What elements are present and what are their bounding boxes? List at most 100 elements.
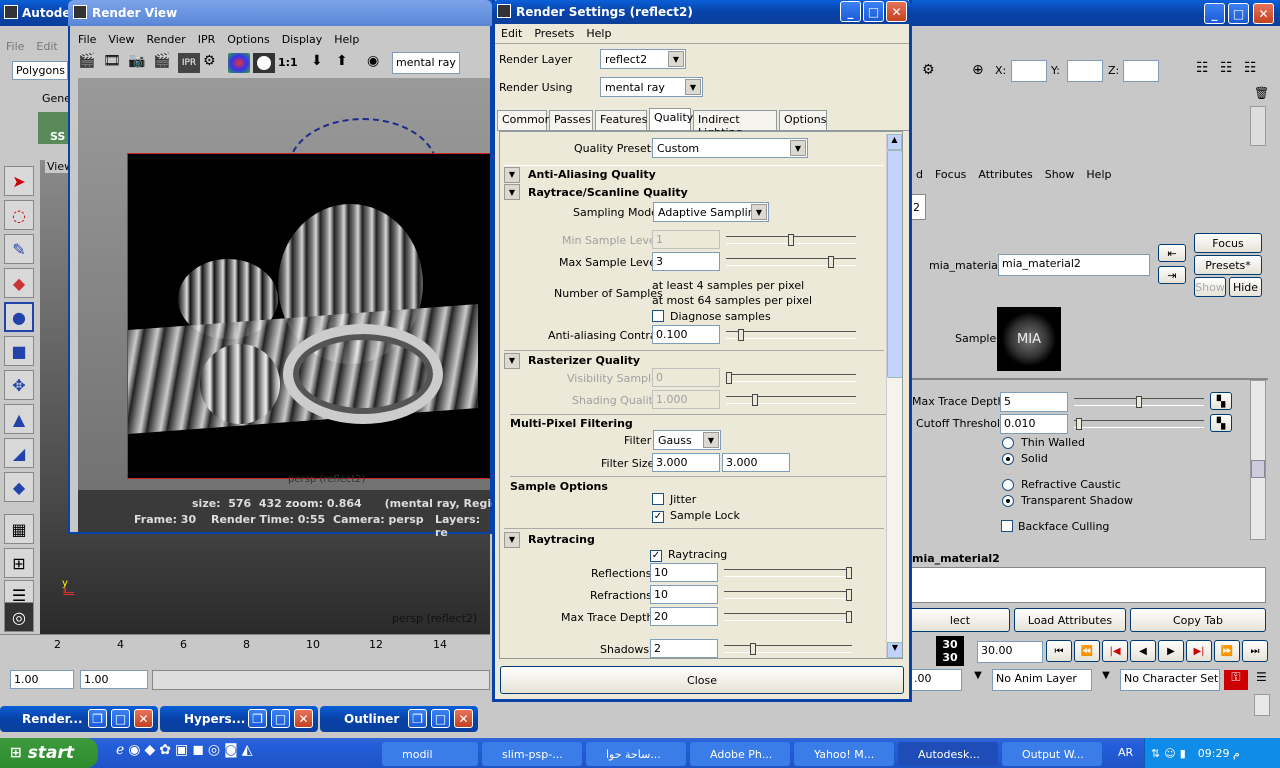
slider-knob[interactable] — [846, 567, 852, 579]
ae-map-button-icon[interactable]: ▚ — [1210, 414, 1232, 432]
rs-max-sample-field[interactable]: 3 — [652, 252, 720, 271]
last-tool-icon[interactable]: ◆ — [4, 472, 34, 502]
slider-knob[interactable] — [1076, 418, 1082, 430]
taskbar-item-yahoo[interactable]: Yahoo! M... — [794, 742, 894, 766]
ae-backface-checkbox[interactable] — [1001, 520, 1013, 535]
scroll-down-icon[interactable]: ▼ — [887, 642, 902, 658]
scroll-thumb[interactable] — [887, 150, 902, 378]
select-tool-icon[interactable]: ➤ — [4, 166, 34, 196]
slider-knob[interactable] — [1136, 396, 1142, 408]
scroll-up-icon[interactable]: ▲ — [887, 134, 902, 150]
remove-image-icon[interactable]: ⬆ — [336, 53, 358, 73]
start-button[interactable]: ⊞ start — [0, 738, 98, 768]
app-icon[interactable]: ✿ — [159, 742, 171, 764]
help-line-scroll[interactable] — [1254, 694, 1270, 716]
restore-icon[interactable]: ❐ — [408, 709, 427, 728]
anim-prefs-icon[interactable]: ☰ — [1256, 670, 1272, 690]
maya-quick-icon[interactable]: ◙ — [224, 742, 238, 764]
range-end-field[interactable]: .00 — [910, 669, 962, 691]
close-icon[interactable]: ✕ — [134, 709, 153, 728]
rs-max-trace-slider[interactable] — [724, 611, 852, 623]
checkbox-icon[interactable] — [652, 493, 664, 505]
slider-knob[interactable] — [788, 234, 794, 246]
go-to-end-icon[interactable]: ⏭ — [1242, 640, 1268, 662]
rs-scrollbar[interactable]: ▲ ▼ — [886, 134, 902, 658]
rs-sample-lock-checkbox[interactable]: ✓ — [652, 509, 664, 523]
play-forward-icon[interactable]: ▶ — [1158, 640, 1184, 662]
close-icon[interactable]: ✕ — [454, 709, 473, 728]
rv-menu-display[interactable]: Display — [276, 33, 329, 46]
ipr-render-icon[interactable]: 🎬 — [153, 53, 175, 73]
ie-icon[interactable]: ℯ — [116, 742, 124, 764]
rs-render-layer-dropdown[interactable]: reflect2 ▼ — [600, 49, 686, 69]
char-set-menu-icon[interactable]: ▼ — [1094, 670, 1118, 690]
tool-settings-icon[interactable]: ☷ — [1244, 60, 1266, 80]
checkmark-icon[interactable]: ✓ — [650, 550, 662, 562]
rs-close-button[interactable]: ✕ — [886, 1, 907, 22]
minimized-render-view[interactable]: Render... ❐ □ ✕ — [0, 706, 158, 732]
render-region-icon[interactable]: 🎞 — [103, 53, 125, 73]
rv-menu-options[interactable]: Options — [221, 33, 275, 46]
rs-filter-size-y-field[interactable]: 3.000 — [722, 453, 790, 472]
ipr-refresh-icon[interactable]: IPR — [178, 53, 200, 73]
alpha-channel-icon[interactable] — [253, 53, 275, 73]
radio-icon[interactable] — [1002, 479, 1014, 491]
chevron-down-icon[interactable]: ▼ — [685, 79, 701, 95]
taskbar-item-slim[interactable]: slim-psp-... — [482, 742, 582, 766]
tab-common[interactable]: Common — [497, 110, 552, 130]
ae-cutoff-slider[interactable] — [1074, 418, 1204, 430]
maximize-icon[interactable]: □ — [111, 709, 130, 728]
taskbar-item-output[interactable]: Output W... — [1002, 742, 1102, 766]
rs-maximize-button[interactable]: □ — [863, 1, 884, 22]
channel-box-icon[interactable]: ☷ — [1196, 60, 1218, 80]
rs-render-using-dropdown[interactable]: mental ray ▼ — [600, 77, 703, 97]
maximize-icon[interactable]: □ — [271, 709, 290, 728]
snap-icon[interactable]: ⚙ — [922, 62, 944, 80]
ae-max-trace-slider[interactable] — [1074, 396, 1204, 408]
move-tool-icon[interactable]: ◆ — [4, 268, 34, 298]
rs-jitter-checkbox[interactable] — [652, 493, 664, 508]
soft-mod-icon[interactable]: ▲ — [4, 404, 34, 434]
rs-vis-samples-slider[interactable] — [726, 372, 856, 384]
rs-menu-edit[interactable]: Edit — [495, 27, 528, 40]
rv-menu-help[interactable]: Help — [328, 33, 365, 46]
emoticon-icon[interactable]: ☺ — [1164, 747, 1175, 760]
radio-icon[interactable] — [1002, 495, 1014, 507]
taskbar-item-photoshop[interactable]: Adobe Ph... — [690, 742, 790, 766]
rv-menu-file[interactable]: File — [72, 33, 102, 46]
ae-input-connection-icon[interactable]: ⇤ — [1158, 244, 1186, 262]
ae-menu-attributes[interactable]: Attributes — [972, 168, 1038, 181]
radio-icon[interactable] — [1002, 453, 1014, 465]
rs-sampling-mode-dropdown[interactable]: Adaptive Sampling ▼ — [653, 202, 769, 222]
ae-select-button[interactable]: lect — [910, 608, 1010, 632]
range-slider[interactable] — [152, 670, 490, 690]
rv-menu-view[interactable]: View — [102, 33, 140, 46]
ae-menu-stub[interactable]: d — [910, 168, 929, 181]
maya-maximize-button[interactable]: □ — [1228, 3, 1249, 24]
rs-minimize-button[interactable]: _ — [840, 1, 861, 22]
chevron-down-icon[interactable]: ▼ — [703, 432, 719, 448]
rotate-tool-icon[interactable]: ● — [4, 302, 34, 332]
rs-shadows-field[interactable]: 2 — [650, 639, 718, 658]
media-icon[interactable]: ◎ — [208, 742, 220, 764]
rv-menu-render[interactable]: Render — [141, 33, 192, 46]
ae-menu-show[interactable]: Show — [1039, 168, 1081, 181]
rs-shading-quality-field[interactable]: 1.000 — [652, 390, 720, 409]
taskbar-item-browser[interactable]: ساحة حوا... — [586, 742, 686, 766]
close-icon[interactable]: ✕ — [294, 709, 313, 728]
rs-refractions-slider[interactable] — [724, 589, 852, 601]
restore-icon[interactable]: ❐ — [248, 709, 267, 728]
rs-raytracing-checkbox[interactable]: ✓ — [650, 548, 662, 562]
scale-tool-icon[interactable]: ■ — [4, 336, 34, 366]
absolute-transform-icon[interactable]: ⊕ — [972, 62, 994, 80]
range-start-field[interactable]: 1.00 — [10, 670, 74, 689]
collapse-triangle-icon[interactable]: ▼ — [504, 352, 520, 369]
app-icon[interactable]: ◼ — [192, 742, 204, 764]
maya-minimize-button[interactable]: _ — [1204, 3, 1225, 24]
ae-max-trace-field[interactable]: 5 — [1000, 392, 1068, 412]
taskbar-item-autodesk[interactable]: Autodesk... — [898, 742, 998, 766]
anim-layer-field[interactable]: No Anim Layer — [992, 669, 1092, 691]
chevron-down-icon[interactable]: ▼ — [790, 140, 806, 156]
firefox-icon[interactable]: ◉ — [128, 742, 140, 764]
step-forward-frame-icon[interactable]: ⏩ — [1214, 640, 1240, 662]
